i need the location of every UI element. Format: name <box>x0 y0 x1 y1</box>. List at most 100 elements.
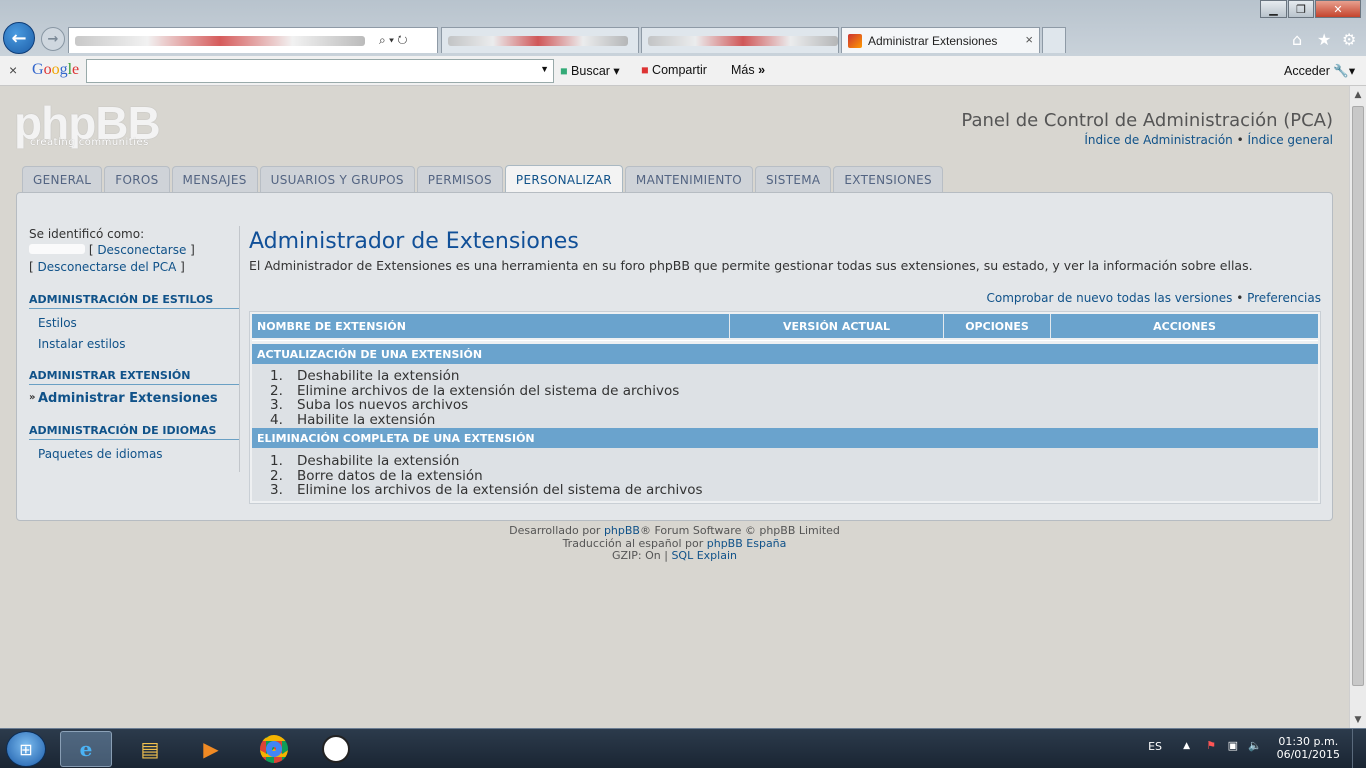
sidebar-item-paquetes-idiomas[interactable]: Paquetes de idiomas <box>29 440 239 461</box>
taskbar-ie[interactable]: e <box>60 731 112 767</box>
main-description: El Administrador de Extensiones es una h… <box>249 258 1253 273</box>
dropdown-icon[interactable]: ▼ <box>540 64 549 74</box>
browser-chrome: ← → ⌕ ▾ ↻ Administrar Extensiones × ▁ ❐ … <box>0 0 1366 56</box>
buscar-button[interactable]: ■ Buscar ▾ <box>560 63 620 78</box>
sidebar-section-idiomas: ADMINISTRACIÓN DE IDIOMAS <box>29 424 239 440</box>
tray-expand-icon[interactable]: ▲ <box>1183 741 1190 751</box>
favicon-icon <box>848 33 862 48</box>
browser-tab-active[interactable]: Administrar Extensiones × <box>841 27 1040 53</box>
new-tab-button[interactable] <box>1042 27 1066 53</box>
list-item: 2. Elimine archivos de la extensión del s… <box>270 382 680 399</box>
windows-logo-icon: ⊞ <box>19 739 33 759</box>
logout-line: [ Desconectarse ] <box>29 242 239 258</box>
close-tab-icon[interactable]: × <box>1025 32 1033 47</box>
action-links: Comprobar de nuevo todas las versiones •… <box>986 291 1321 305</box>
maximize-button[interactable]: ❐ <box>1288 0 1314 18</box>
search-icon[interactable]: ⌕ ▾ ↻ <box>379 33 408 48</box>
browser-tab-1[interactable] <box>441 27 639 53</box>
language-indicator[interactable]: ES <box>1148 740 1162 753</box>
footer-line-3: GZIP: On | SQL Explain <box>611 549 737 563</box>
sidebar-item-administrar-extensiones[interactable]: Administrar Extensiones <box>29 385 239 406</box>
windows-taskbar: ⊞ e ▤ ▶ ES ▲ ⚑ ▣ 🔈 01:30 p.m. 06/01/2015 <box>0 728 1366 768</box>
google-search-input[interactable]: ▼ <box>86 59 554 83</box>
scroll-down-icon[interactable]: ▼ <box>1350 711 1366 728</box>
acceder-button[interactable]: Acceder 🔧▾ <box>1284 63 1355 79</box>
minimize-button[interactable]: ▁ <box>1260 0 1287 18</box>
clock-date: 06/01/2015 <box>1276 748 1340 761</box>
list-item: 2. Borre datos de la extensión <box>270 467 483 484</box>
col-acciones: ACCIONES <box>1153 319 1216 333</box>
tab-personalizar[interactable]: PERSONALIZAR <box>504 165 623 194</box>
tab-mensajes[interactable]: MENSAJES <box>171 166 258 193</box>
header-links: Índice de Administración • Índice genera… <box>1084 133 1333 147</box>
google-toolbar: × Google ▼ ■ Buscar ▾ ■ Compartir Más » … <box>0 56 1366 86</box>
phpbb-link[interactable]: phpBB <box>604 524 640 537</box>
taskbar-explorer[interactable]: ▤ <box>124 731 176 767</box>
volume-icon[interactable]: 🔈 <box>1248 739 1262 752</box>
compartir-button[interactable]: ■ Compartir <box>641 63 707 77</box>
tab-sistema[interactable]: SISTEMA <box>755 166 832 193</box>
home-icon[interactable]: ⌂ <box>1292 30 1302 49</box>
toolbar-close-icon[interactable]: × <box>9 62 17 78</box>
network-icon[interactable]: ▣ <box>1228 739 1238 752</box>
back-button[interactable]: ← <box>3 22 35 54</box>
sidebar-item-instalar-estilos[interactable]: Instalar estilos <box>29 330 239 351</box>
col-nombre: NOMBRE DE EXTENSIÓN <box>252 314 730 338</box>
admin-index-link[interactable]: Índice de Administración <box>1084 133 1232 147</box>
close-window-button[interactable]: ✕ <box>1315 0 1361 18</box>
section-update-header: ACTUALIZACIÓN DE UNA EXTENSIÓN <box>252 344 1318 364</box>
flag-icon[interactable]: ⚑ <box>1206 739 1216 752</box>
preferences-link[interactable]: Preferencias <box>1247 291 1321 305</box>
clock[interactable]: 01:30 p.m. 06/01/2015 <box>1277 735 1340 761</box>
scrollbar-thumb[interactable] <box>1352 106 1364 686</box>
col-version: VERSIÓN ACTUAL <box>730 314 944 338</box>
tab-mantenimiento[interactable]: MANTENIMIENTO <box>624 166 754 193</box>
tab-permisos[interactable]: PERMISOS <box>416 166 503 193</box>
col-opciones: OPCIONES <box>944 314 1051 338</box>
share-icon: ■ <box>641 63 649 77</box>
sidebar-section-estilos: ADMINISTRACIÓN DE ESTILOS <box>29 293 239 309</box>
minimize-icon: ▁ <box>1269 2 1278 16</box>
general-index-link[interactable]: Índice general <box>1248 133 1334 147</box>
start-button[interactable]: ⊞ <box>6 731 46 767</box>
vertical-scrollbar[interactable]: ▲ ▼ <box>1349 86 1366 728</box>
page-content: phpBB creating communities Panel de Cont… <box>0 86 1349 728</box>
scroll-up-icon[interactable]: ▲ <box>1350 86 1366 103</box>
sidebar-menu: Se identificó como: [ Desconectarse ] [ … <box>29 226 239 461</box>
tab-usuarios-y-grupos[interactable]: USUARIOS Y GRUPOS <box>259 166 415 193</box>
tab-extensiones[interactable]: EXTENSIONES <box>833 166 943 193</box>
browser-tab-2[interactable] <box>641 27 839 53</box>
logout-link[interactable]: Desconectarse <box>97 243 186 257</box>
extensions-table: NOMBRE DE EXTENSIÓN VERSIÓN ACTUAL OPCIO… <box>249 311 1321 504</box>
logout-acp-link[interactable]: Desconectarse del PCA <box>38 260 177 274</box>
taskbar-panda[interactable] <box>310 731 362 767</box>
clock-time: 01:30 p.m. <box>1278 735 1339 748</box>
forward-button[interactable]: → <box>41 27 65 51</box>
chevron-right-icon: » <box>758 63 766 77</box>
list-item: 3. Suba los nuevos archivos <box>270 397 469 413</box>
star-icon[interactable]: ★ <box>1317 30 1331 49</box>
arrow-left-icon: ← <box>11 27 27 49</box>
check-versions-link[interactable]: Comprobar de nuevo todas las versiones <box>987 291 1233 305</box>
blurred-tab-title <box>448 35 628 46</box>
address-bar[interactable]: ⌕ ▾ ↻ <box>68 27 438 53</box>
taskbar-media[interactable]: ▶ <box>185 731 237 767</box>
taskbar-chrome[interactable] <box>248 731 300 767</box>
mas-button[interactable]: Más » <box>731 63 765 77</box>
gear-icon[interactable]: ⚙ <box>1342 30 1356 49</box>
section-remove-header: ELIMINACIÓN COMPLETA DE UNA EXTENSIÓN <box>252 428 1318 448</box>
update-steps-list: 1. Deshabilite la extensión 2. Elimine arc… <box>252 364 1318 428</box>
chrome-icon <box>260 735 288 763</box>
google-logo: Google <box>32 61 80 78</box>
sidebar-item-estilos[interactable]: Estilos <box>29 309 239 330</box>
tab-general[interactable]: GENERAL <box>22 166 103 193</box>
phpbb-espana-link[interactable]: phpBB España <box>707 537 787 550</box>
show-desktop-button[interactable] <box>1352 729 1366 768</box>
maximize-icon: ❐ <box>1296 2 1306 16</box>
internet-explorer-icon: e <box>79 737 93 761</box>
main-heading: Administrador de Extensiones <box>249 229 579 254</box>
sql-explain-link[interactable]: SQL Explain <box>671 549 737 562</box>
tab-title: Administrar Extensiones <box>868 33 998 48</box>
tab-foros[interactable]: FOROS <box>104 166 170 193</box>
media-player-icon: ▶ <box>203 737 219 761</box>
